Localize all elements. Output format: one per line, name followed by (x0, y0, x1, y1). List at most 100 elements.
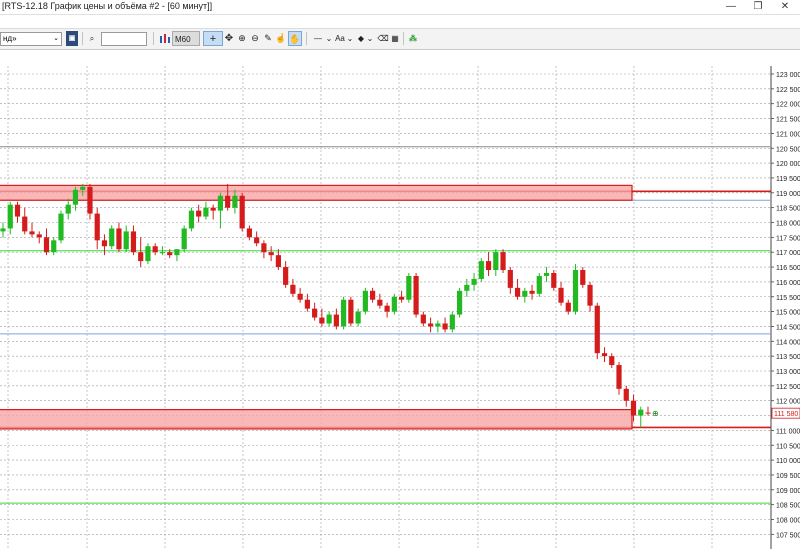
candle-body (145, 246, 151, 262)
axis-tick-label: 112 500 (776, 384, 800, 391)
candle-body (174, 249, 180, 256)
chart-canvas[interactable]: 123 000 122 500 122 000 121 500 121 000 120 5… (0, 66, 800, 549)
current-price-marker: ⊕ (652, 409, 659, 418)
move-icon[interactable]: ✥ (224, 31, 234, 46)
candle-body (217, 195, 224, 211)
candle-body (0, 228, 6, 232)
candle-body (514, 287, 521, 297)
font-chevron-icon[interactable]: ⌄ (346, 31, 354, 46)
close-button[interactable]: ✕ (772, 0, 798, 14)
candle-body (413, 275, 419, 315)
color-chevron-icon[interactable]: ⌄ (366, 31, 374, 46)
crosshair-icon[interactable]: + (203, 31, 223, 46)
ruler-icon[interactable]: ✎ (263, 31, 273, 46)
candle-body (290, 284, 296, 294)
candle-body (456, 290, 463, 315)
candle-body (29, 231, 35, 235)
candle-body (181, 228, 187, 250)
axis-tick-label: 113 000 (776, 369, 800, 376)
pointer-icon[interactable]: ☝ (275, 31, 286, 46)
candle-body (435, 323, 441, 327)
eraser-icon[interactable]: ⌫ (377, 31, 389, 46)
axis-tick-label: 119 500 (776, 176, 800, 183)
candle-body (138, 252, 144, 262)
line-tool-chevron-icon[interactable]: ⌄ (325, 31, 333, 46)
axis-tick-label: 114 000 (776, 339, 800, 346)
candle-body (312, 308, 318, 318)
candle-body (116, 228, 122, 250)
hand-icon[interactable]: ✋ (288, 31, 302, 46)
candle-body (355, 311, 361, 324)
candle-body (471, 278, 477, 285)
axis-tick-label: 121 500 (776, 117, 800, 124)
candle-body (43, 237, 50, 253)
candle-body (507, 270, 513, 288)
candle-body (319, 317, 325, 324)
axis-tick-label: 107 500 (776, 532, 800, 539)
axis-tick-label: 110 500 (776, 443, 800, 450)
axis-tick-label: 108 500 (776, 503, 800, 510)
candle-body (348, 299, 354, 324)
candle-body (14, 204, 21, 217)
candle-body (500, 252, 506, 271)
candle-body (609, 356, 615, 366)
candle-body (572, 270, 579, 312)
axis-tick-label: 112 000 (776, 399, 800, 406)
candle-body (7, 204, 13, 229)
axis-tick-label: 109 500 (776, 473, 800, 480)
layers-icon[interactable]: ▦ (389, 31, 401, 46)
price-chart[interactable]: 123 000 122 500 122 000 121 500 121 000 120 5… (0, 66, 800, 549)
candle-body (254, 237, 260, 244)
candle-body (275, 255, 281, 268)
candle-body (630, 400, 637, 416)
axis-tick-label: 114 500 (776, 324, 800, 331)
zoom-out-icon[interactable]: ⊖ (250, 31, 260, 46)
candle-body (543, 272, 550, 276)
search-icon[interactable]: ⌕ (86, 31, 98, 46)
candle-body (420, 314, 426, 324)
candle-body (594, 305, 600, 354)
candle-body (449, 314, 455, 330)
candle-body (638, 409, 644, 416)
axis-tick-label: 120 500 (776, 146, 800, 153)
candle-body (616, 365, 622, 389)
candle-body (333, 314, 339, 327)
candle-body (80, 186, 86, 190)
candle-body (478, 261, 484, 279)
candle-body (442, 323, 448, 330)
candle-body (188, 210, 195, 229)
bar-chart-icon[interactable] (158, 31, 170, 46)
indicators-icon[interactable]: ⁂ (407, 31, 419, 46)
candle-body (152, 246, 158, 253)
candle-body (493, 252, 499, 271)
line-tool-icon[interactable]: — (311, 31, 325, 46)
candle-body (391, 296, 397, 312)
candle-body (398, 296, 405, 300)
candle-body (72, 189, 79, 205)
instrument-select[interactable]: нд» ⌄ (0, 32, 62, 46)
candle-body (159, 252, 166, 254)
instrument-value: нд» (3, 34, 17, 43)
axis-tick-label: 117 000 (776, 250, 800, 257)
zoom-in-icon[interactable]: ⊕ (237, 31, 247, 46)
timeframe-select[interactable]: M60 (172, 31, 200, 46)
window-title: [RTS-12.18 График цены и объёма #2 - [60… (2, 1, 213, 11)
color-fill-icon[interactable]: ◆ (356, 31, 366, 46)
candle-body (51, 240, 57, 253)
candle-body (246, 228, 253, 238)
candle-body (297, 293, 303, 300)
candle-body (370, 290, 376, 300)
font-button[interactable]: Aa (334, 31, 346, 46)
chevron-down-icon[interactable]: ⌄ (53, 33, 59, 45)
minimize-button[interactable]: — (718, 0, 744, 14)
candle-body (65, 204, 71, 214)
candle-body (196, 210, 202, 217)
chart-window-icon[interactable]: ▣ (66, 31, 78, 46)
candle-body (485, 261, 492, 271)
candle-body (601, 353, 608, 357)
restore-button[interactable]: ❐ (745, 0, 771, 14)
axis-tick-label: 122 000 (776, 102, 800, 109)
last-price-label: 111 580 (774, 411, 798, 418)
search-input[interactable] (101, 32, 147, 46)
candle-body (587, 284, 593, 306)
